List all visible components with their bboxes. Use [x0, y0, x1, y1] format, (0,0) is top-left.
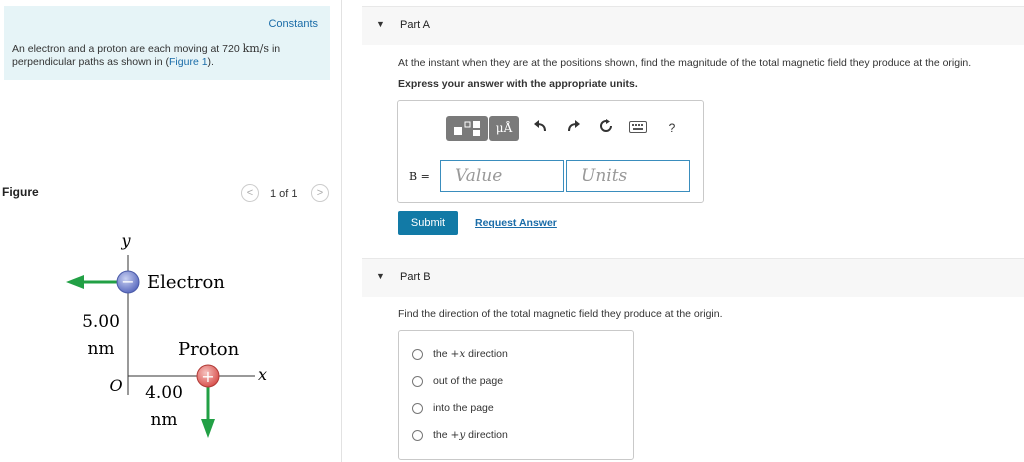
x-axis-label: x — [258, 365, 267, 384]
reset-icon[interactable] — [596, 118, 616, 138]
part-b-question: Find the direction of the total magnetic… — [398, 308, 723, 320]
submit-button[interactable]: Submit — [398, 211, 458, 235]
option-label: out of the page — [433, 375, 504, 387]
proton-charge-sign: + — [201, 367, 214, 386]
electron-label: Electron — [147, 272, 225, 293]
keyboard-icon[interactable] — [628, 118, 648, 138]
radio-button[interactable] — [412, 348, 423, 360]
proton-label: Proton — [178, 339, 240, 360]
intro-end: ). — [207, 56, 214, 68]
part-a-instruction: Express your answer with the appropriate… — [398, 78, 638, 90]
figure-diagram: y x O − Electron + Proton 5.00 nm 4.00 n… — [66, 231, 267, 438]
speed-unit: km/s — [242, 42, 270, 55]
proton-arrowhead — [201, 419, 215, 438]
radio-button[interactable] — [412, 429, 423, 441]
option-out-of-page[interactable]: out of the page — [412, 374, 503, 388]
redo-icon[interactable] — [564, 118, 584, 138]
intro-prefix: An electron and a proton are each moving… — [12, 43, 240, 55]
vertical-distance-unit: nm — [87, 339, 114, 359]
triangle-down-icon: ▼ — [376, 19, 385, 29]
horizontal-distance-unit: nm — [150, 410, 177, 430]
problem-intro-panel: Constants An electron and a proton are e… — [4, 6, 330, 80]
chevron-left-icon[interactable]: < — [241, 184, 259, 202]
triangle-down-icon: ▼ — [376, 271, 385, 281]
request-answer-link[interactable]: Request Answer — [475, 217, 557, 229]
units-input[interactable] — [566, 160, 690, 192]
option-into-page[interactable]: into the page — [412, 401, 494, 415]
y-axis-label: y — [120, 231, 131, 250]
figure-counter: 1 of 1 — [270, 188, 298, 200]
origin-label: O — [109, 376, 122, 395]
undo-icon[interactable] — [530, 118, 550, 138]
option-plus-x[interactable]: the +x direction — [412, 347, 508, 361]
option-plus-y[interactable]: the +y direction — [412, 428, 508, 442]
radio-button[interactable] — [412, 402, 423, 414]
figure-heading: Figure — [2, 185, 39, 199]
problem-statement: An electron and a proton are each moving… — [12, 42, 312, 69]
chevron-right-icon[interactable]: > — [311, 184, 329, 202]
part-a-title: Part A — [400, 19, 430, 31]
option-label: into the page — [433, 402, 494, 414]
part-b-header[interactable]: ▼ Part B — [362, 258, 1024, 297]
units-icon[interactable]: μÅ — [489, 116, 519, 141]
electron-charge-sign: − — [121, 272, 134, 291]
part-a-question: At the instant when they are at the posi… — [398, 57, 972, 69]
vertical-distance-value: 5.00 — [82, 312, 120, 332]
constants-link[interactable]: Constants — [268, 18, 318, 30]
electron-arrowhead — [66, 275, 84, 289]
help-button[interactable]: ? — [662, 118, 682, 138]
b-variable-label: B = — [409, 170, 430, 183]
part-b-title: Part B — [400, 271, 431, 283]
templates-icon[interactable] — [446, 116, 488, 141]
column-divider — [341, 0, 342, 462]
value-input[interactable] — [440, 160, 564, 192]
radio-button[interactable] — [412, 375, 423, 387]
figure-link[interactable]: Figure 1 — [169, 56, 208, 68]
part-a-header[interactable]: ▼ Part A — [362, 6, 1024, 45]
horizontal-distance-value: 4.00 — [145, 383, 183, 403]
option-label: the +y direction — [433, 429, 508, 441]
option-label: the +x direction — [433, 348, 508, 360]
